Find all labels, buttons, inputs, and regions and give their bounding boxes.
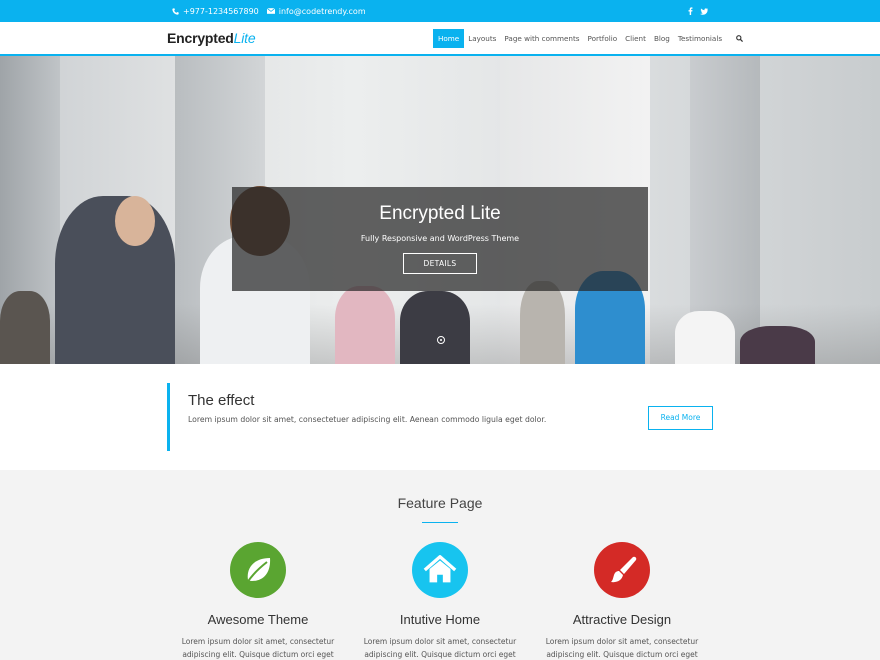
facebook-icon[interactable] — [688, 7, 693, 15]
features-title: Feature Page — [397, 495, 483, 511]
nav-item-page-with-comments[interactable]: Page with comments — [500, 29, 583, 48]
home-icon[interactable] — [412, 542, 468, 598]
email-address: info@codetrendy.com — [278, 6, 366, 16]
logo-accent: Lite — [233, 30, 256, 46]
feature-card: Attractive Design Lorem ipsum dolor sit … — [532, 542, 712, 660]
slider-pager-dot[interactable] — [437, 336, 445, 344]
feature-text: Lorem ipsum dolor sit amet, consectetur … — [181, 637, 335, 659]
nav-item-home[interactable]: Home — [433, 29, 465, 48]
hero-person — [675, 311, 735, 364]
hero-person — [400, 291, 470, 364]
hero-person — [740, 326, 815, 364]
nav-item-testimonials[interactable]: Testimonials — [674, 29, 726, 48]
read-more-button[interactable]: Read More — [648, 406, 713, 430]
effect-text: Lorem ipsum dolor sit amet, consectetuer… — [188, 415, 547, 424]
hero-person — [115, 196, 155, 246]
search-icon[interactable] — [736, 29, 746, 48]
features-section: Feature Page Awesome Theme Lorem ipsum d… — [0, 470, 880, 660]
feature-text: Lorem ipsum dolor sit amet, consectetur … — [363, 637, 517, 659]
feature-text: Lorem ipsum dolor sit amet, consectetur … — [545, 637, 699, 659]
phone-contact[interactable]: +977-1234567890 — [172, 7, 259, 16]
nav-item-blog[interactable]: Blog — [650, 29, 674, 48]
feature-card: Intutive Home Lorem ipsum dolor sit amet… — [350, 542, 530, 660]
hero-person — [335, 286, 395, 364]
envelope-icon — [266, 8, 275, 14]
hero-person — [520, 281, 565, 364]
paintbrush-icon[interactable] — [594, 542, 650, 598]
nav-item-portfolio[interactable]: Portfolio — [584, 29, 622, 48]
feature-title: Intutive Home — [399, 612, 481, 627]
effect-section: The effect Lorem ipsum dolor sit amet, c… — [0, 364, 880, 470]
site-logo[interactable]: EncryptedLite — [167, 30, 256, 46]
features-title-underline — [422, 522, 458, 523]
hero-title: Encrypted Lite — [379, 203, 501, 224]
top-bar: +977-1234567890 info@codetrendy.com — [0, 0, 880, 22]
leaf-icon[interactable] — [230, 542, 286, 598]
site-header: EncryptedLite Home Layouts Page with com… — [0, 22, 880, 56]
logo-main: Encrypted — [167, 30, 234, 46]
effect-accent-bar — [167, 383, 170, 451]
hero-slider: Encrypted Lite Fully Responsive and Word… — [0, 56, 880, 364]
hero-subtitle: Fully Responsive and WordPress Theme — [360, 234, 520, 243]
twitter-icon[interactable] — [700, 7, 708, 15]
email-contact[interactable]: info@codetrendy.com — [266, 6, 366, 16]
nav-item-client[interactable]: Client — [621, 29, 650, 48]
phone-icon — [172, 7, 179, 15]
effect-title: The effect — [188, 392, 255, 409]
nav-item-layouts[interactable]: Layouts — [464, 29, 500, 48]
details-button[interactable]: DETAILS — [402, 253, 478, 274]
feature-title: Attractive Design — [572, 612, 672, 627]
hero-caption: Encrypted Lite Fully Responsive and Word… — [232, 187, 648, 291]
social-links — [688, 0, 708, 22]
hero-person — [0, 291, 50, 364]
main-nav: Home Layouts Page with comments Portfoli… — [433, 29, 746, 48]
contact-info: +977-1234567890 info@codetrendy.com — [172, 0, 366, 22]
phone-number: +977-1234567890 — [183, 6, 259, 16]
feature-title: Awesome Theme — [207, 612, 309, 627]
feature-card: Awesome Theme Lorem ipsum dolor sit amet… — [168, 542, 348, 660]
